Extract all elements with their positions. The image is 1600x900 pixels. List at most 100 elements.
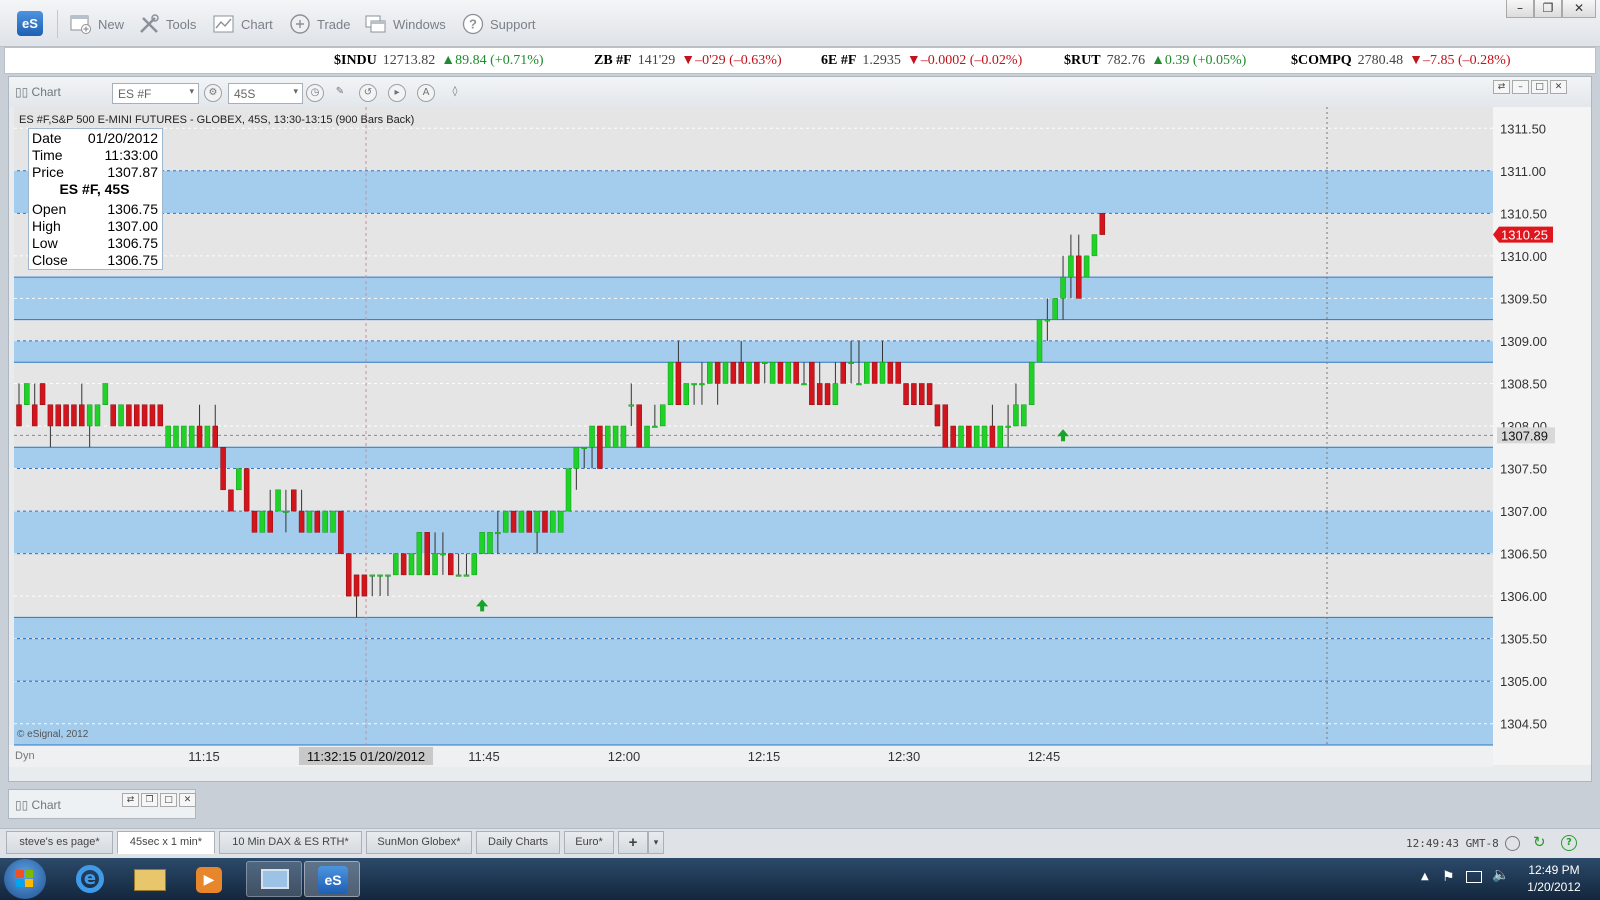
- candle-body: [330, 510, 336, 533]
- candle-body: [722, 361, 729, 384]
- clock-readout: 12:49:43 GMT-8: [1406, 837, 1499, 850]
- tab-daily-charts[interactable]: Daily Charts: [476, 831, 560, 854]
- tabs-dropdown-button[interactable]: ▾: [648, 831, 664, 854]
- candle-body: [628, 404, 635, 407]
- chart-icon: [213, 13, 235, 35]
- app-toolbar: eS New Tools Chart Trade Windows ? Suppo…: [0, 0, 1600, 47]
- tab-steves-es-page[interactable]: steve's es page*: [6, 831, 113, 854]
- tab-10-min-dax-es-rth[interactable]: 10 Min DAX & ES RTH*: [219, 831, 362, 854]
- candle-body: [691, 383, 697, 386]
- candle-body: [840, 361, 846, 384]
- candle-body: [86, 404, 93, 427]
- minimized-chart-label: Chart: [31, 798, 61, 812]
- candle-body: [973, 425, 980, 448]
- candle-body: [55, 404, 61, 427]
- new-window-icon: [70, 13, 92, 35]
- candle-body: [502, 510, 509, 533]
- data-value: 1307.87: [107, 164, 158, 180]
- candle-body: [212, 425, 218, 448]
- chart-button[interactable]: Chart: [213, 12, 273, 36]
- price-tick-label: 1305.50: [1500, 632, 1547, 647]
- restore-button[interactable]: ❐: [1534, 0, 1562, 18]
- candle-body: [1068, 255, 1074, 278]
- network-icon[interactable]: [1466, 871, 1482, 883]
- connection-status-icon[interactable]: ?: [1561, 835, 1577, 851]
- candle-body: [251, 510, 258, 533]
- close-button[interactable]: ✕: [1562, 0, 1596, 18]
- candle-body: [620, 425, 627, 448]
- candle-body: [228, 489, 234, 512]
- ticker-item[interactable]: 6E #F 1.2935 ▼–0.0002 (–0.02%): [821, 53, 1022, 69]
- file-explorer-icon[interactable]: [122, 861, 178, 897]
- minimized-chart-maximize-button[interactable]: □: [160, 793, 177, 807]
- ticker-item[interactable]: $COMPQ 2780.48 ▼–7.85 (–0.28%): [1291, 53, 1511, 69]
- media-player-icon[interactable]: ▶: [182, 861, 238, 897]
- trade-button[interactable]: Trade: [289, 12, 350, 36]
- ticker-item[interactable]: $INDU 12713.82 ▲89.84 (+0.71%): [334, 53, 544, 69]
- support-button[interactable]: ? Support: [462, 12, 536, 36]
- tab-sunmon-globex[interactable]: SunMon Globex*: [366, 831, 472, 854]
- candle-body: [879, 361, 886, 384]
- chart-header: ES #F,S&P 500 E-MINI FUTURES - GLOBEX, 4…: [19, 114, 415, 126]
- minimize-button[interactable]: –: [1506, 0, 1534, 18]
- ticker-item[interactable]: $RUT 782.76 ▲0.39 (+0.05%): [1064, 53, 1246, 69]
- candle-body: [887, 361, 894, 384]
- price-chart[interactable]: 1311.50 1311.00 1310.50 1310.00 1309.50 1309.…: [9, 77, 1591, 767]
- esignal-taskbar-icon[interactable]: eS: [304, 861, 360, 897]
- show-hidden-icons-icon[interactable]: ▲: [1421, 871, 1429, 882]
- candle-body: [652, 425, 658, 428]
- tools-button[interactable]: Tools: [138, 12, 196, 36]
- candle-body: [518, 510, 525, 533]
- system-time: 12:49 PM: [1528, 863, 1580, 877]
- tab-45sec-x-1-min[interactable]: 45sec x 1 min*: [117, 831, 215, 854]
- new-button[interactable]: New: [70, 12, 124, 36]
- data-value: 01/20/2012: [87, 130, 158, 146]
- minimized-chart-link-button[interactable]: ⇄: [122, 793, 139, 807]
- ticker-item[interactable]: ZB #F 141'29 ▼–0'29 (–0.63%): [594, 53, 782, 69]
- price-tick-label: 1309.50: [1500, 291, 1547, 306]
- price-tick-label: 1311.00: [1500, 164, 1546, 179]
- up-arrow-icon: ▲: [1151, 53, 1165, 68]
- candle-body: [487, 532, 493, 554]
- candle-body: [448, 553, 454, 576]
- candle-body: [636, 404, 642, 448]
- status-clock-icon[interactable]: [1505, 836, 1520, 851]
- volume-icon[interactable]: 🔈: [1492, 867, 1509, 883]
- add-tab-button[interactable]: +: [618, 831, 648, 854]
- candle-body: [424, 532, 430, 576]
- minimized-chart-restore-button[interactable]: ❐: [141, 793, 158, 807]
- remote-desktop-icon[interactable]: [246, 861, 302, 897]
- candle-body: [644, 425, 650, 448]
- refresh-icon[interactable]: ↻: [1533, 833, 1546, 851]
- windows-button[interactable]: Windows: [365, 12, 446, 36]
- candle-body: [314, 510, 321, 533]
- support-icon: ?: [462, 13, 484, 35]
- candle-body: [871, 361, 878, 384]
- ticker-change: –7.85 (–0.28%): [1423, 53, 1511, 68]
- data-window-series: ES #F, 45S: [59, 181, 130, 197]
- price-tick-label: 1309.00: [1500, 334, 1547, 349]
- start-button[interactable]: [4, 859, 46, 899]
- candle-body: [754, 361, 760, 384]
- support-resistance-zone: [14, 340, 1493, 363]
- trade-label: Trade: [317, 16, 351, 32]
- candle-body: [730, 361, 737, 384]
- minimized-chart-window[interactable]: ▯▯ Chart ⇄ ❐ □ ✕: [8, 789, 196, 819]
- tab-euro[interactable]: Euro*: [564, 831, 614, 854]
- candle-body: [534, 510, 540, 533]
- candle-body: [707, 361, 713, 384]
- candle-body: [746, 361, 752, 384]
- candle-body: [785, 361, 792, 384]
- candle-body: [377, 574, 383, 577]
- candle-body: [699, 383, 705, 386]
- esignal-logo[interactable]: eS: [17, 11, 43, 36]
- internet-explorer-icon[interactable]: e: [62, 861, 118, 897]
- price-tick-label: 1311.50: [1500, 121, 1546, 136]
- candle-body: [864, 361, 870, 384]
- price-tick-label: 1306.50: [1500, 547, 1547, 562]
- time-tick-label: 11:15: [188, 749, 220, 764]
- flag-icon[interactable]: ⚑: [1442, 869, 1455, 885]
- system-clock[interactable]: 12:49 PM 1/20/2012: [1514, 863, 1594, 894]
- chart-window: ▯▯ Chart ES #F ▾ ⚙ 45S ▾ ◷ ✎ ↺ ▸ A ◊ ⇄ –…: [8, 76, 1592, 782]
- minimized-chart-close-button[interactable]: ✕: [179, 793, 196, 807]
